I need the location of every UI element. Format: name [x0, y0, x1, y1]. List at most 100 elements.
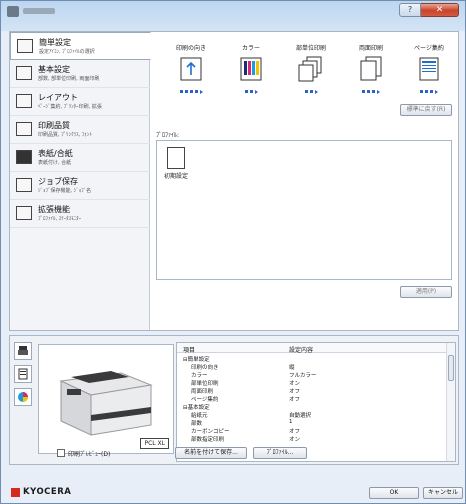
ok-button[interactable]: OK	[369, 487, 419, 499]
summary-row-value: 自動選択	[289, 413, 312, 419]
profile-button[interactable]: ﾌﾟﾛﾌｧｲﾙ...	[253, 447, 307, 459]
document-icon	[18, 368, 28, 380]
nav-item-subtitle: 部数, 部単位印刷, 両面印刷	[38, 76, 100, 82]
close-button[interactable]: ✕	[421, 3, 459, 17]
basic-settings-icon	[16, 66, 32, 80]
profile-document-icon	[167, 147, 185, 169]
nav-item-quick-setup[interactable]: 簡単設定 設定ｱｲｺﾝ, ﾌﾟﾛﾌｧｲﾙの選択	[10, 32, 151, 60]
color-options-indicator[interactable]	[236, 90, 266, 94]
summary-row-key: 両面印刷	[191, 389, 214, 395]
color-view-tab[interactable]	[14, 388, 32, 406]
summary-row: カラー フルカラー	[177, 371, 447, 379]
window-title	[23, 8, 55, 14]
summary-row-value: オフ	[289, 429, 301, 435]
orientation-options-indicator[interactable]	[176, 90, 206, 94]
apply-button[interactable]: 適用(P)	[400, 286, 452, 298]
nav-item-subtitle: ﾍﾟｰｼﾞ集約, ﾌﾟﾘﾝﾀｰ印刷, 拡張	[38, 104, 102, 110]
summary-row-value: 1	[289, 419, 293, 425]
summary-row-key: 部単位印刷	[191, 381, 219, 387]
summary-row-key: 給紙元	[191, 413, 208, 419]
summary-panel: PCL XL 項目 設定内容 ⊟簡単設定 印刷の向き縦カラー フルカラー 部単位印刷オ…	[9, 335, 459, 465]
job-storage-icon	[16, 178, 32, 192]
help-button[interactable]: ?	[399, 3, 421, 17]
summary-row-value: 縦	[289, 365, 295, 371]
nav-item-subtitle: ﾌﾟﾛﾌｧｲﾙ, ｽﾃｰﾀｽﾓﾆﾀｰ	[38, 216, 82, 222]
nav-item-title: 簡単設定	[39, 38, 71, 47]
color-icon	[240, 57, 262, 81]
duplex-options-indicator[interactable]	[356, 90, 386, 94]
kyocera-logo-mark	[11, 488, 20, 497]
nup-options-indicator[interactable]	[414, 90, 444, 94]
summary-row-key: カーボンコピー	[191, 429, 230, 435]
nup-preset[interactable]	[414, 56, 444, 82]
printer-view-tab[interactable]	[14, 342, 32, 360]
preset-header-color: カラー	[241, 45, 260, 52]
settings-panel: 簡単設定 設定ｱｲｺﾝ, ﾌﾟﾛﾌｧｲﾙの選択 基本設定 部数, 部単位印刷, …	[9, 31, 459, 331]
summary-row-key: カラー	[191, 373, 208, 379]
nav-item-advanced[interactable]: 拡張機能 ﾌﾟﾛﾌｧｲﾙ, ｽﾃｰﾀｽﾓﾆﾀｰ	[10, 200, 150, 228]
duplex-preset[interactable]	[356, 56, 386, 82]
scrollbar-thumb[interactable]	[448, 355, 454, 381]
summary-row-key: 部数指定印刷	[191, 437, 225, 443]
nav-item-subtitle: 印刷品質, ﾌﾟﾘﾝｸﾗｽ, ﾌｫﾝﾄ	[38, 132, 92, 138]
title-bar: ? ✕	[1, 1, 465, 23]
summary-row-key: 部数	[191, 421, 203, 427]
printer-app-icon	[7, 6, 19, 17]
orientation-preset[interactable]	[176, 56, 206, 82]
page-view-tab[interactable]	[14, 365, 32, 383]
profile-item-default[interactable]: 初期設定	[161, 147, 191, 180]
summary-row: 給紙元 自動選択	[177, 411, 447, 419]
summary-row: 部単位印刷 オン	[177, 379, 447, 387]
summary-row-value: フルカラー	[289, 373, 317, 379]
collate-options-indicator[interactable]	[296, 90, 326, 94]
summary-row-key: 印刷の向き	[191, 365, 219, 371]
advanced-icon	[16, 206, 32, 220]
nav-item-layout[interactable]: レイアウト ﾍﾟｰｼﾞ集約, ﾌﾟﾘﾝﾀｰ印刷, 拡張	[10, 88, 150, 116]
window: ? ✕ 簡単設定 設定ｱｲｺﾝ, ﾌﾟﾛﾌｧｲﾙの選択 基本設定 部数, 部単位…	[0, 0, 466, 504]
nav-item-subtitle: 設定ｱｲｺﾝ, ﾌﾟﾛﾌｧｲﾙの選択	[39, 49, 95, 55]
collate-preset[interactable]	[296, 56, 326, 82]
preset-header-orientation: 印刷の向き	[175, 45, 206, 52]
printer-icon	[18, 346, 28, 355]
save-as-button[interactable]: 名前を付けて保存...	[175, 447, 247, 459]
color-wheel-icon	[18, 392, 28, 402]
portrait-orientation-icon	[180, 57, 202, 81]
nav-item-cover[interactable]: 表紙/合紙 表紙付け, 合紙	[10, 144, 150, 172]
nav-item-title: ジョブ保存	[38, 177, 78, 186]
brand-logo: KYOCERA	[23, 487, 72, 497]
summary-row: ⊟簡単設定	[177, 355, 447, 363]
profile-label: ﾌﾟﾛﾌｧｲﾙ:	[156, 132, 180, 139]
summary-column-value: 設定内容	[289, 347, 314, 354]
page-layout-icon	[419, 57, 439, 81]
summary-scrollbar[interactable]	[446, 343, 455, 461]
summary-row: 両面印刷 オフ	[177, 387, 447, 395]
nav-item-title: 印刷品質	[38, 121, 70, 130]
reset-defaults-button[interactable]: 標準に戻す(R)	[400, 104, 452, 116]
duplex-icon	[360, 56, 382, 81]
printer-image	[59, 371, 153, 436]
nav-item-subtitle: ｼﾞｮﾌﾞ保存機能, ｼﾞｮﾌﾞ名	[38, 188, 92, 194]
summary-row: 部数指定印刷 オン	[177, 435, 447, 443]
summary-row-value: オン	[289, 381, 301, 387]
preset-header-collate: 部単位印刷	[295, 45, 326, 52]
color-preset[interactable]	[236, 56, 266, 82]
nav-item-basic[interactable]: 基本設定 部数, 部単位印刷, 両面印刷	[10, 60, 150, 88]
pdl-badge: PCL XL	[140, 438, 169, 449]
print-preview-label: 印刷ﾌﾟﾚﾋﾞｭｰ(D)	[68, 451, 111, 458]
nav-item-print-quality[interactable]: 印刷品質 印刷品質, ﾌﾟﾘﾝｸﾗｽ, ﾌｫﾝﾄ	[10, 116, 150, 144]
layout-icon	[16, 94, 32, 108]
summary-row-value: オフ	[289, 397, 301, 403]
profile-list: 初期設定	[156, 140, 452, 280]
nav-item-title: 基本設定	[38, 65, 70, 74]
preset-header-nup: ページ集約	[414, 45, 444, 52]
cover-icon	[16, 150, 32, 164]
summary-row: 印刷の向き 縦	[177, 363, 447, 371]
printer-preview: PCL XL	[38, 344, 174, 454]
nav-item-job[interactable]: ジョブ保存 ｼﾞｮﾌﾞ保存機能, ｼﾞｮﾌﾞ名	[10, 172, 150, 200]
print-preview-checkbox[interactable]	[57, 449, 65, 457]
profile-item-label: 初期設定	[163, 173, 188, 180]
summary-row-value: オン	[289, 437, 301, 443]
settings-nav: 簡単設定 設定ｱｲｺﾝ, ﾌﾟﾛﾌｧｲﾙの選択 基本設定 部数, 部単位印刷, …	[10, 32, 151, 330]
cancel-button[interactable]: キャンセル	[423, 487, 463, 499]
summary-row-key: ⊟基本設定	[183, 405, 210, 411]
